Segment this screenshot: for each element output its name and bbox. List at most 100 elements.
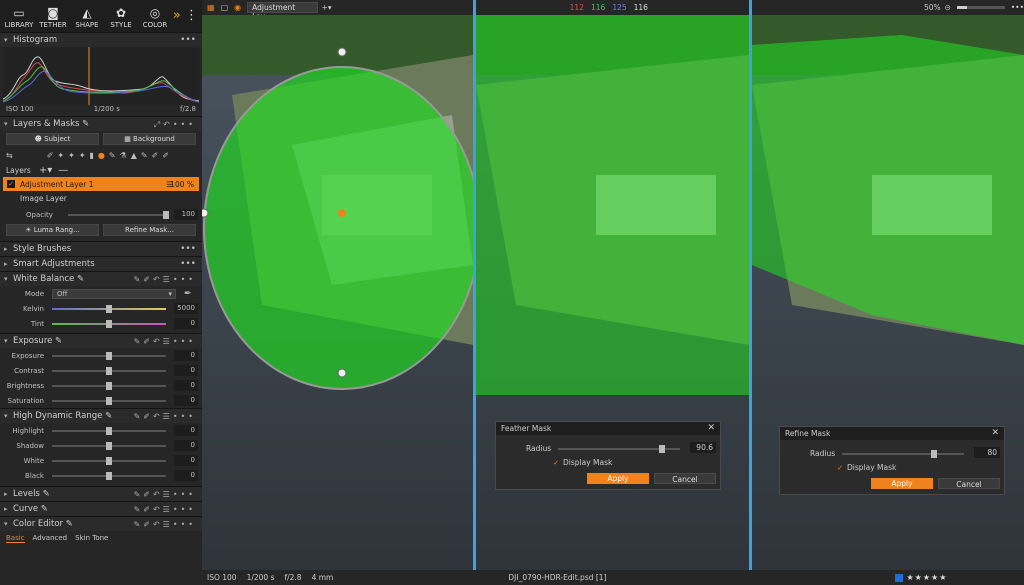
- hdr-track[interactable]: [52, 426, 166, 435]
- kelvin-knob[interactable]: [106, 304, 112, 313]
- exposure-knob[interactable]: [106, 351, 112, 360]
- viewer-2[interactable]: Feather Mask ✕ Radius 90.6 ✓ Display Mask…: [476, 15, 749, 570]
- eyedropper-icon[interactable]: ✒: [184, 289, 198, 299]
- ellipse-top-handle[interactable]: [337, 47, 347, 57]
- cancel-button[interactable]: Cancel: [654, 473, 716, 484]
- section-tools[interactable]: ✎✐↶☰•••: [134, 487, 196, 502]
- more-icon[interactable]: •••: [180, 33, 196, 48]
- display-mask-checkbox[interactable]: ✓: [553, 458, 559, 467]
- section-tools[interactable]: ✎✐↶☰•••: [134, 409, 196, 424]
- exposure-knob[interactable]: [106, 396, 112, 405]
- hdr-knob[interactable]: [106, 471, 112, 480]
- opacity-slider[interactable]: Opacity 100: [0, 207, 202, 222]
- feather-radius-track[interactable]: [558, 445, 680, 453]
- exposure-track[interactable]: [52, 366, 166, 375]
- viewer-3[interactable]: Refine Mask ✕ Radius 80 ✓ Display Mask Ap…: [752, 15, 1024, 570]
- wb-mode-select[interactable]: Off ▾: [52, 288, 176, 299]
- refine-radius-knob[interactable]: [930, 450, 937, 458]
- add-icon[interactable]: +▾: [322, 3, 332, 12]
- levels-header[interactable]: ▸ Levels ✎ ✎✐↶☰•••: [0, 486, 202, 501]
- hdr-slider[interactable]: Highlight 0: [0, 423, 202, 438]
- exposure-knob[interactable]: [106, 381, 112, 390]
- kelvin-slider[interactable]: Kelvin 5000: [0, 301, 202, 316]
- exposure-track[interactable]: [52, 351, 166, 360]
- section-tools[interactable]: ✎✐↶☰•••: [134, 502, 196, 517]
- close-icon[interactable]: ✕: [707, 422, 715, 435]
- ellipse-center-handle[interactable]: [338, 209, 346, 217]
- hdr-slider[interactable]: Black 0: [0, 468, 202, 483]
- kelvin-track[interactable]: [52, 304, 166, 313]
- tab-library[interactable]: ▭ LIBRARY: [2, 5, 36, 29]
- ellipse-left-handle[interactable]: [202, 208, 209, 218]
- apply-button[interactable]: Apply: [587, 473, 649, 484]
- apply-button[interactable]: Apply: [871, 478, 933, 489]
- refine-mask-button[interactable]: Refine Mask...: [103, 224, 196, 236]
- tint-slider[interactable]: Tint 0: [0, 316, 202, 331]
- hdr-track[interactable]: [52, 456, 166, 465]
- layer-checkbox[interactable]: ✓: [7, 180, 15, 188]
- exposure-track[interactable]: [52, 381, 166, 390]
- more-tabs-icon[interactable]: » ⋮: [173, 8, 198, 23]
- brush-tools[interactable]: ✐✦✦✦▮●✎⚗▲✎✐✐: [47, 151, 173, 160]
- tab-style[interactable]: ✿ STYLE: [104, 5, 138, 29]
- section-tools[interactable]: ✎✐↶☰•••: [134, 517, 196, 532]
- cancel-button[interactable]: Cancel: [938, 478, 1000, 489]
- curve-header[interactable]: ▸ Curve ✎ ✎✐↶☰•••: [0, 501, 202, 516]
- hdr-slider[interactable]: White 0: [0, 453, 202, 468]
- zoom-slider[interactable]: [956, 6, 1005, 9]
- zoom-level[interactable]: 50%: [924, 3, 941, 12]
- display-mask-checkbox[interactable]: ✓: [837, 463, 843, 472]
- star-rating[interactable]: ★★★★★: [907, 573, 948, 582]
- single-view-icon[interactable]: ▢: [221, 3, 229, 12]
- close-icon[interactable]: ✕: [991, 427, 999, 440]
- subject-button[interactable]: ☻ Subject: [6, 133, 99, 145]
- more-icon[interactable]: •••: [180, 242, 196, 257]
- section-tools[interactable]: ✎✐↶☰•••: [134, 334, 196, 349]
- remove-layer-icon[interactable]: —: [58, 165, 68, 176]
- section-tools[interactable]: ⤢↶•••: [154, 117, 196, 132]
- more-icon[interactable]: •••: [180, 257, 196, 272]
- white-balance-header[interactable]: ▾ White Balance ✎ ✎✐↶☰•••: [0, 271, 202, 286]
- tab-tether[interactable]: ◙ TETHER: [36, 5, 70, 29]
- tab-basic[interactable]: Basic: [6, 534, 25, 543]
- histogram-header[interactable]: ▾ Histogram •••: [0, 32, 202, 47]
- tint-track[interactable]: [52, 319, 166, 328]
- exposure-slider[interactable]: Contrast 0: [0, 363, 202, 378]
- more-icon[interactable]: •••: [1011, 3, 1024, 12]
- viewer-1[interactable]: [202, 15, 473, 570]
- layer-select[interactable]: Adjustment Lay... ▾: [247, 2, 318, 21]
- luma-range-button[interactable]: ☀ Luma Rang...: [6, 224, 99, 236]
- exposure-knob[interactable]: [106, 366, 112, 375]
- hdr-knob[interactable]: [106, 426, 112, 435]
- ellipse-bottom-handle[interactable]: [337, 368, 347, 378]
- eye-icon[interactable]: ◉: [234, 3, 241, 12]
- refine-radius-track[interactable]: [842, 450, 964, 458]
- exposure-slider[interactable]: Brightness 0: [0, 378, 202, 393]
- adjustment-layer-item[interactable]: ✓ Adjustment Layer 1 ☰ 100 %: [3, 177, 199, 191]
- exposure-slider[interactable]: Saturation 0: [0, 393, 202, 408]
- hdr-track[interactable]: [52, 471, 166, 480]
- exposure-slider[interactable]: Exposure 0: [0, 348, 202, 363]
- add-layer-icon[interactable]: +▾: [39, 165, 52, 176]
- tab-shape[interactable]: ◭ SHAPE: [70, 5, 104, 29]
- style-brushes-header[interactable]: ▸ Style Brushes •••: [0, 241, 202, 256]
- grid-view-icon[interactable]: ▦: [207, 3, 215, 12]
- smart-adjustments-header[interactable]: ▸ Smart Adjustments •••: [0, 256, 202, 271]
- mask-ellipse[interactable]: [203, 66, 473, 390]
- exposure-header[interactable]: ▾ Exposure ✎ ✎✐↶☰•••: [0, 333, 202, 348]
- hdr-header[interactable]: ▾ High Dynamic Range ✎ ✎✐↶☰•••: [0, 408, 202, 423]
- exposure-track[interactable]: [52, 396, 166, 405]
- swap-icon[interactable]: ⇆: [6, 151, 13, 160]
- opacity-track[interactable]: [68, 210, 169, 219]
- hdr-knob[interactable]: [106, 441, 112, 450]
- tab-advanced[interactable]: Advanced: [33, 534, 68, 542]
- hdr-slider[interactable]: Shadow 0: [0, 438, 202, 453]
- layers-masks-header[interactable]: ▾ Layers & Masks ✎ ⤢↶•••: [0, 116, 202, 131]
- opacity-knob[interactable]: [163, 210, 169, 219]
- zoom-icon[interactable]: ⊝: [945, 3, 951, 12]
- tab-skin-tone[interactable]: Skin Tone: [75, 534, 108, 542]
- tab-color[interactable]: ◎ COLOR: [138, 5, 172, 29]
- background-button[interactable]: ▦ Background: [103, 133, 196, 145]
- feather-radius-input[interactable]: 90.6: [690, 442, 716, 453]
- hdr-track[interactable]: [52, 441, 166, 450]
